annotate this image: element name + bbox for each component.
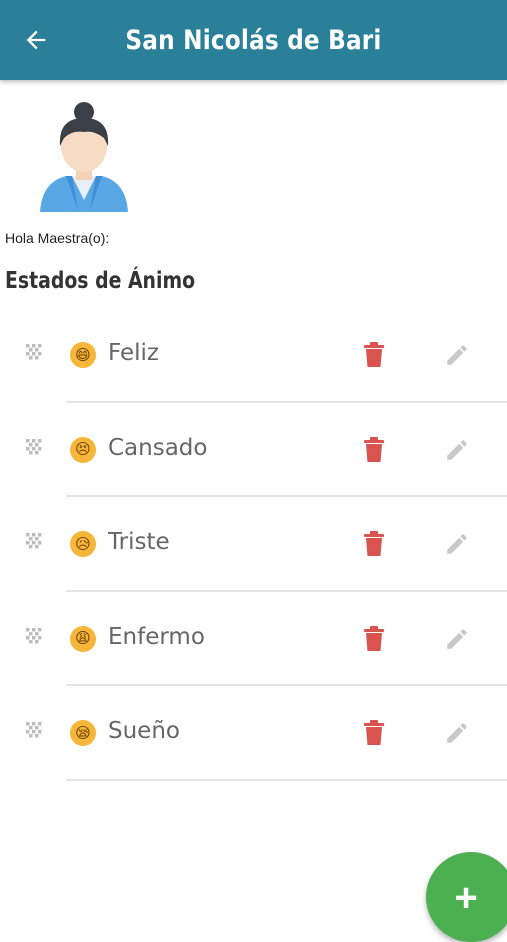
mood-label: Enfermo bbox=[108, 623, 205, 650]
pencil-icon bbox=[447, 629, 467, 649]
drag-handle-icon[interactable] bbox=[22, 718, 44, 740]
avatar bbox=[32, 100, 136, 216]
mood-label: Cansado bbox=[108, 434, 208, 461]
edit-button[interactable] bbox=[442, 435, 472, 465]
trash-icon bbox=[364, 342, 384, 367]
sick-face-icon: 😩 bbox=[70, 625, 96, 652]
drag-handle-icon[interactable] bbox=[22, 340, 44, 362]
pencil-icon bbox=[447, 723, 467, 744]
trash-icon bbox=[364, 720, 384, 746]
teacher-avatar-icon bbox=[40, 102, 128, 212]
edit-button[interactable] bbox=[442, 340, 472, 370]
drag-handle-icon-glyph bbox=[26, 438, 42, 455]
section-title: Estados de Ánimo bbox=[5, 268, 196, 294]
page-title: San Nicolás de Bari bbox=[125, 24, 382, 56]
drag-handle-icon-glyph bbox=[26, 722, 42, 738]
delete-button[interactable] bbox=[360, 624, 388, 654]
mood-label: Feliz bbox=[108, 340, 159, 366]
list-item: 😩 Enfermo bbox=[0, 592, 507, 687]
add-mood-button[interactable]: + bbox=[426, 852, 507, 942]
drag-handle-icon-glyph bbox=[26, 344, 42, 360]
trash-icon bbox=[364, 436, 384, 462]
plus-icon: + bbox=[454, 876, 478, 920]
drag-handle-icon-glyph bbox=[26, 533, 42, 549]
tired-face-icon: 😣 bbox=[70, 436, 96, 463]
pencil-icon bbox=[447, 534, 467, 554]
grinning-face-icon: 😄 bbox=[70, 342, 96, 368]
delete-button[interactable] bbox=[360, 435, 388, 465]
greeting-text: Hola Maestra(o): bbox=[5, 230, 110, 246]
drag-handle-icon-glyph bbox=[26, 627, 42, 644]
trash-icon bbox=[364, 531, 384, 557]
mood-list: 😄 Feliz 😣 Cansado 😥 Triste 😩 Enfermo 😪 S… bbox=[0, 308, 507, 781]
delete-button[interactable] bbox=[360, 340, 388, 370]
delete-button[interactable] bbox=[360, 529, 388, 559]
pencil-icon bbox=[447, 439, 467, 460]
pencil-icon bbox=[447, 345, 467, 365]
drag-handle-icon[interactable] bbox=[22, 435, 44, 457]
trash-icon bbox=[364, 625, 384, 651]
mood-label: Triste bbox=[108, 529, 170, 556]
delete-button[interactable] bbox=[360, 718, 388, 748]
list-item: 😄 Feliz bbox=[0, 308, 507, 403]
edit-button[interactable] bbox=[442, 529, 472, 559]
list-item: 😪 Sueño bbox=[0, 686, 507, 781]
drag-handle-icon[interactable] bbox=[22, 624, 44, 646]
drag-handle-icon[interactable] bbox=[22, 529, 44, 551]
list-item: 😥 Triste bbox=[0, 497, 507, 592]
edit-button[interactable] bbox=[442, 624, 472, 654]
mood-label: Sueño bbox=[108, 718, 180, 745]
app-bar: San Nicolás de Bari bbox=[0, 0, 507, 80]
divider bbox=[66, 778, 507, 781]
sad-face-icon: 😥 bbox=[70, 531, 96, 558]
edit-button[interactable] bbox=[442, 718, 472, 748]
sleepy-face-icon: 😪 bbox=[70, 720, 96, 747]
list-item: 😣 Cansado bbox=[0, 403, 507, 498]
